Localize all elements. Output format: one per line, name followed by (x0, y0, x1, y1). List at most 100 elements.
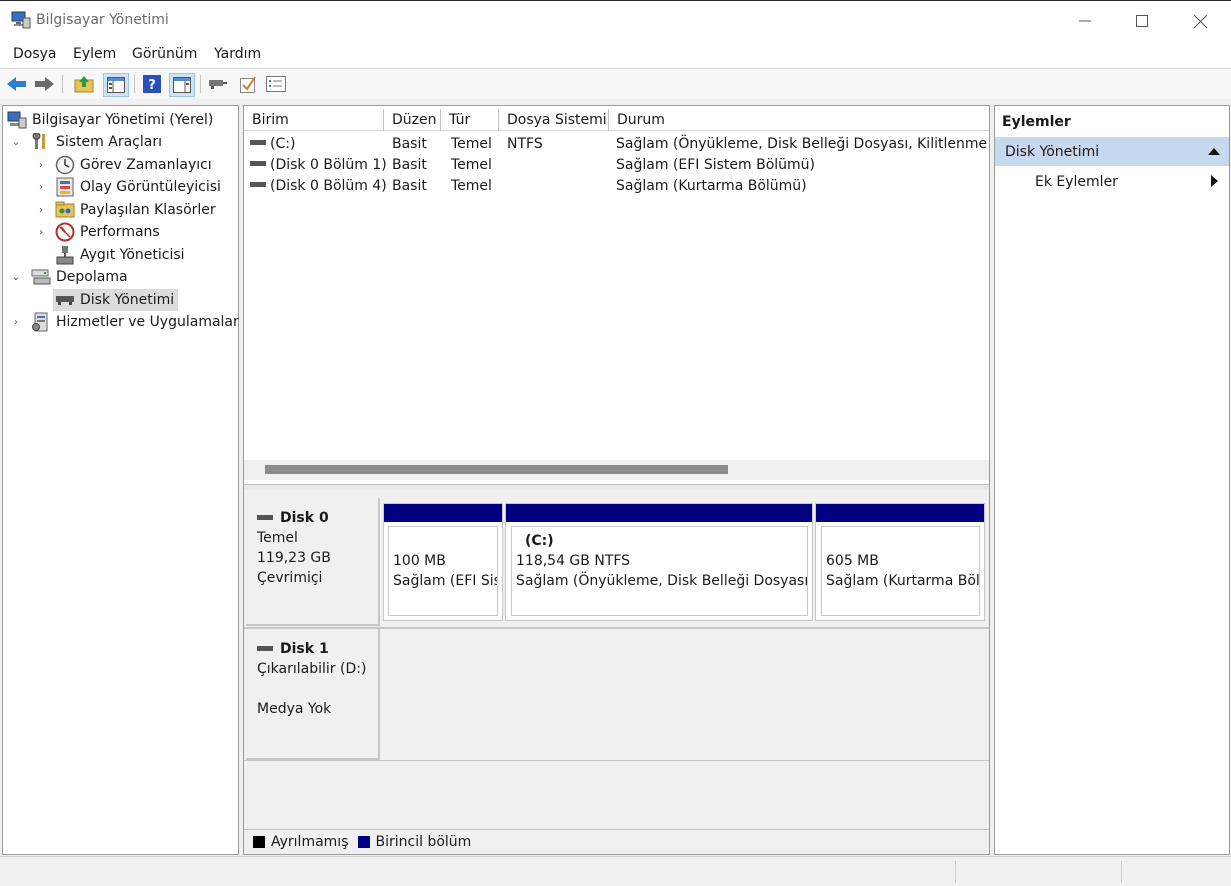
disk-0-label[interactable]: Disk 0 Temel 119,23 GB Çevrimiçi (246, 498, 380, 626)
table-row[interactable]: (C:) Basit Temel NTFS Sağlam (Önyükleme,… (244, 134, 989, 155)
chevron-down-icon[interactable]: ⌄ (9, 272, 23, 283)
check-button[interactable] (237, 73, 259, 95)
menu-bar: Dosya Eylem Görünüm Yardım (0, 42, 1231, 69)
column-header-dosya-sistemi[interactable]: Dosya Sistemi (499, 109, 609, 131)
partition-status: Sağlam (Kurtarma Bölümü) (826, 573, 980, 589)
maximize-button[interactable] (1113, 1, 1171, 41)
actions-item-ek-eylemler[interactable]: Ek Eylemler (995, 168, 1229, 194)
storage-icon (31, 268, 51, 286)
menu-eylem[interactable]: Eylem (73, 46, 116, 62)
partition-recovery[interactable]: 605 MB Sağlam (Kurtarma Bölümü) (815, 503, 985, 621)
close-button[interactable] (1171, 1, 1229, 41)
tree-item-hizmetler-ve-uygulamalar[interactable]: › Hizmetler ve Uygulamalar (9, 311, 239, 333)
disk-name: Disk 0 (280, 510, 329, 526)
tree-label: Depolama (56, 269, 128, 285)
tree-label: Görev Zamanlayıcı (80, 157, 212, 173)
disk-1-label[interactable]: Disk 1 Çıkarılabilir (D:) Medya Yok (246, 629, 380, 760)
column-header-duzen[interactable]: Düzen (384, 109, 441, 131)
tree-item-root[interactable]: Bilgisayar Yönetimi (Yerel) (7, 109, 213, 131)
partition-efi[interactable]: 100 MB Sağlam (EFI Sistem Bölümü) (383, 503, 503, 621)
disk-type: Çıkarılabilir (D:) (257, 661, 367, 677)
volume-type: Temel (451, 178, 492, 194)
show-hide-action-pane-button[interactable] (169, 73, 195, 97)
actions-title: Eylemler (1002, 114, 1071, 130)
chevron-down-icon[interactable]: ⌄ (9, 137, 23, 148)
toolbar: ? (0, 69, 1231, 99)
up-folder-button[interactable] (73, 73, 95, 95)
horizontal-scrollbar[interactable] (244, 460, 989, 480)
actions-item-label: Ek Eylemler (1035, 174, 1118, 190)
disk-management-icon (55, 291, 75, 309)
disk-name: Disk 1 (280, 641, 329, 657)
performance-icon (55, 222, 75, 242)
column-header-birim[interactable]: Birim (244, 109, 384, 131)
clock-icon (55, 155, 75, 175)
volume-type: Temel (451, 157, 492, 173)
submenu-arrow-icon (1211, 175, 1218, 187)
partition-status: Sağlam (Önyükleme, Disk Belleği Dosyası,… (516, 573, 808, 589)
tree-item-olay-goruntuleyicisi[interactable]: › Olay Görüntüleyicisi (34, 176, 221, 198)
volume-icon (250, 140, 266, 145)
partition-size: 100 MB (393, 553, 446, 569)
disk-type: Temel (257, 530, 298, 546)
tree-item-performans[interactable]: › Performans (34, 221, 160, 243)
collapse-up-icon[interactable] (1208, 148, 1220, 155)
actions-section-disk-yonetimi[interactable]: Disk Yönetimi (995, 137, 1229, 166)
up-folder-icon (74, 76, 94, 93)
chevron-right-icon[interactable]: › (9, 317, 23, 328)
volume-status: Sağlam (EFI Sistem Bölümü) (616, 157, 816, 173)
chevron-right-icon[interactable]: › (34, 182, 48, 193)
actions-section-label: Disk Yönetimi (1005, 144, 1100, 160)
show-hide-tree-button[interactable] (103, 73, 129, 97)
table-row[interactable]: (Disk 0 Bölüm 1) Basit Temel Sağlam (EFI… (244, 155, 989, 176)
back-icon (7, 77, 26, 91)
status-separator (1121, 861, 1122, 883)
legend-label: Ayrılmamış (271, 834, 349, 850)
tree-label: Disk Yönetimi (80, 292, 175, 308)
disk-state: Çevrimiçi (257, 570, 323, 586)
forward-button[interactable] (34, 73, 56, 95)
disk-size: 119,23 GB (257, 550, 331, 566)
chevron-right-icon[interactable]: › (34, 160, 48, 171)
device-manager-icon (55, 246, 75, 265)
event-viewer-icon (55, 177, 75, 197)
chevron-right-icon[interactable]: › (34, 227, 48, 238)
tree-label: Performans (80, 224, 160, 240)
table-row[interactable]: (Disk 0 Bölüm 4) Basit Temel Sağlam (Kur… (244, 176, 989, 197)
partition-body: 100 MB Sağlam (EFI Sistem Bölümü) (388, 526, 498, 616)
minimize-button[interactable] (1056, 1, 1114, 41)
menu-gorunum[interactable]: Görünüm (132, 46, 197, 62)
volume-status: Sağlam (Kurtarma Bölümü) (616, 178, 807, 194)
tree-item-gorev-zamanlayici[interactable]: › Görev Zamanlayıcı (34, 154, 212, 176)
title-bar: Bilgisayar Yönetimi (0, 0, 1231, 42)
legend-swatch-primary (357, 836, 370, 848)
tree-label: Aygıt Yöneticisi (80, 247, 185, 263)
properties-button[interactable] (265, 73, 287, 95)
help-button[interactable]: ? (141, 73, 163, 95)
tree-item-aygit-yoneticisi[interactable]: Aygıt Yöneticisi (55, 244, 185, 266)
tree-item-paylasilan-klasorler[interactable]: › Paylaşılan Klasörler (34, 199, 216, 221)
column-header-tur[interactable]: Tür (441, 109, 499, 131)
partition-c[interactable]: (C:) 118,54 GB NTFS Sağlam (Önyükleme, D… (505, 503, 813, 621)
connect-button[interactable] (207, 73, 229, 95)
minimize-icon (1079, 20, 1091, 22)
tree-label: Olay Görüntüleyicisi (80, 179, 221, 195)
tree-item-disk-yonetimi[interactable]: Disk Yönetimi (53, 289, 179, 311)
partition-body: (C:) 118,54 GB NTFS Sağlam (Önyükleme, D… (511, 526, 808, 616)
partition-size: 118,54 GB NTFS (516, 553, 631, 569)
chevron-right-icon[interactable]: › (34, 205, 48, 216)
tree-item-depolama[interactable]: ⌄ Depolama (9, 266, 128, 288)
partition-size: 605 MB (826, 553, 879, 569)
toolbar-separator (200, 75, 201, 93)
back-button[interactable] (6, 73, 28, 95)
scrollbar-thumb[interactable] (265, 465, 728, 474)
column-header-durum[interactable]: Durum (609, 109, 989, 131)
console-tree: Bilgisayar Yönetimi (Yerel) ⌄ Sistem Ara… (2, 105, 239, 855)
disk-graphical-view: Disk 0 Temel 119,23 GB Çevrimiçi 100 MB … (244, 490, 989, 830)
tree-label: Bilgisayar Yönetimi (Yerel) (32, 112, 214, 128)
menu-dosya[interactable]: Dosya (13, 46, 57, 62)
show-hide-action-pane-icon (173, 77, 191, 93)
computer-management-icon (11, 11, 31, 29)
menu-yardim[interactable]: Yardım (214, 46, 261, 62)
tree-item-sistem-araclari[interactable]: ⌄ Sistem Araçları (9, 131, 162, 153)
